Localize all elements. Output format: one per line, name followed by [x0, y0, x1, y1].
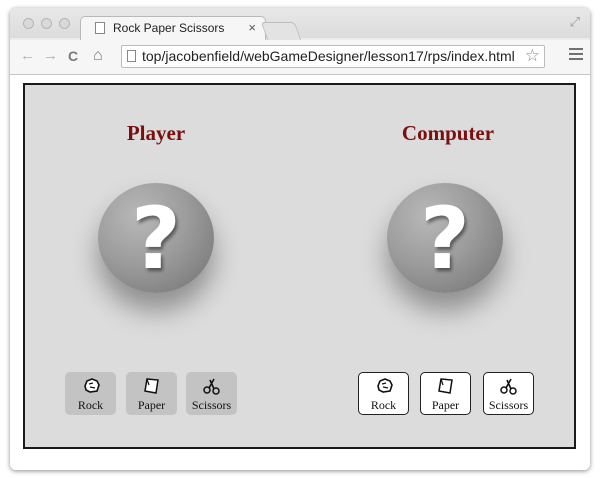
game-board: Player Computer ? ? Rock Paper Scissors … — [23, 83, 576, 449]
page-icon — [95, 22, 105, 34]
choice-label: Scissors — [488, 398, 529, 412]
forward-icon[interactable]: → — [43, 48, 58, 64]
choice-label: Rock — [370, 398, 397, 412]
rock-icon — [84, 378, 100, 393]
player-choice-display: ? — [98, 183, 214, 299]
rock-icon — [377, 378, 393, 393]
player-title: Player — [126, 121, 186, 145]
question-mark-icon: ? — [131, 189, 181, 289]
choice-label: Paper — [137, 398, 166, 412]
scissors-icon — [500, 378, 517, 395]
toolbar: ← → C ⌂ top/jacobenfield/webGameDesigner… — [10, 40, 590, 75]
home-icon[interactable]: ⌂ — [93, 48, 103, 64]
paper-icon — [144, 378, 159, 394]
computer-choice-display: ? — [387, 183, 503, 299]
close-window-button[interactable] — [23, 18, 34, 29]
question-mark-icon: ? — [420, 189, 470, 289]
choice-label: Rock — [77, 398, 104, 412]
computer-title: Computer — [401, 121, 495, 145]
tab-title: Rock Paper Scissors — [113, 21, 225, 35]
page-viewport: Player Computer ? ? Rock Paper Scissors … — [10, 75, 590, 470]
bookmark-star-icon[interactable]: ☆ — [525, 46, 540, 66]
title-bar: Rock Paper Scissors × ⤢ — [10, 8, 590, 40]
browser-window: Rock Paper Scissors × ⤢ ← → C ⌂ top/jaco… — [10, 8, 590, 470]
choice-label: Scissors — [191, 398, 232, 412]
scissors-icon — [203, 378, 220, 395]
choice-label: Paper — [431, 398, 460, 412]
player-paper-button[interactable]: Paper — [126, 372, 177, 415]
player-scissors-button[interactable]: Scissors — [186, 372, 237, 415]
computer-rock-button: Rock — [358, 372, 409, 415]
computer-paper-button: Paper — [420, 372, 471, 415]
player-rock-button[interactable]: Rock — [65, 372, 116, 415]
computer-scissors-button: Scissors — [483, 372, 534, 415]
tab-close-icon[interactable]: × — [248, 20, 256, 35]
address-bar[interactable]: top/jacobenfield/webGameDesigner/lesson1… — [121, 45, 545, 68]
menu-icon[interactable] — [569, 48, 583, 63]
new-tab-button[interactable] — [260, 22, 302, 40]
browser-tab[interactable]: Rock Paper Scissors × — [80, 16, 266, 40]
reload-icon[interactable]: C — [68, 48, 78, 64]
url-text: top/jacobenfield/webGameDesigner/lesson1… — [142, 48, 515, 64]
zoom-window-button[interactable] — [59, 18, 70, 29]
minimize-window-button[interactable] — [41, 18, 52, 29]
paper-icon — [438, 378, 453, 394]
fullscreen-icon[interactable]: ⤢ — [570, 14, 580, 30]
back-icon[interactable]: ← — [20, 48, 35, 64]
page-icon — [127, 50, 136, 62]
